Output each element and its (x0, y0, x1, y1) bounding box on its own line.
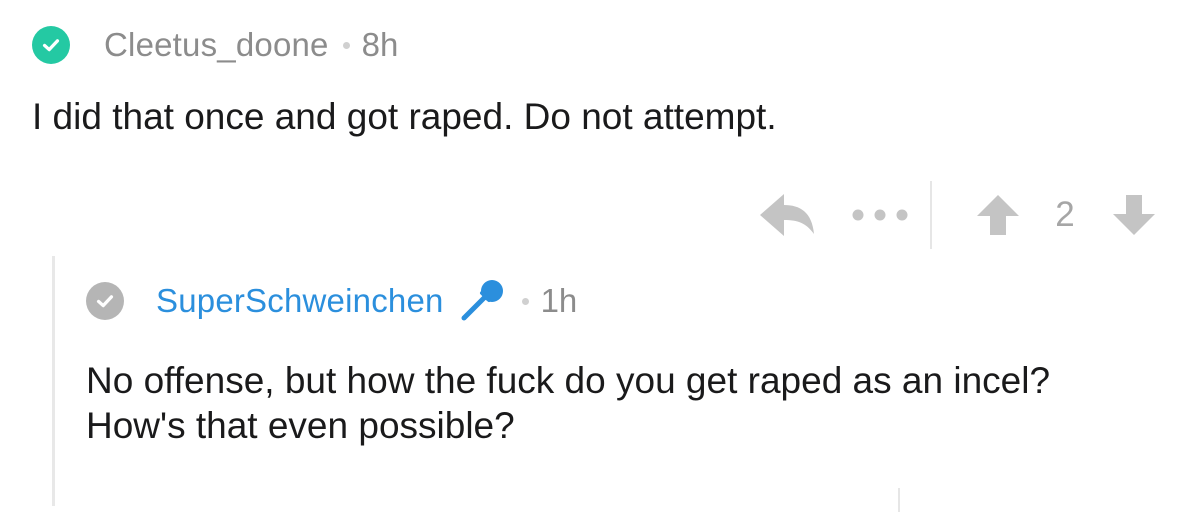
reply-header: SuperSchweinchen 1h (86, 278, 577, 324)
vote-score: 2 (1055, 195, 1075, 234)
comment-action-bar: 2 (756, 180, 1160, 250)
reply-author[interactable]: SuperSchweinchen (156, 282, 444, 320)
checkmark-icon (32, 26, 70, 64)
reply-timestamp: 1h (540, 282, 578, 319)
separator-dot (342, 41, 350, 49)
microphone-icon (456, 277, 508, 325)
separator-dot (521, 297, 529, 305)
reply-arrow-icon[interactable] (756, 185, 816, 245)
upvote-arrow-icon[interactable] (972, 185, 1024, 245)
comment-header: Cleetus_doone 8h (32, 22, 398, 68)
reply-action-bar (898, 488, 1160, 518)
more-dots-icon[interactable] (848, 195, 912, 235)
comment-body: I did that once and got raped. Do not at… (32, 96, 777, 137)
action-divider (930, 181, 932, 249)
comment-timestamp: 8h (361, 26, 399, 63)
checkmark-icon (86, 282, 124, 320)
reply-body: No offense, but how the fuck do you get … (86, 360, 1051, 446)
action-divider (898, 488, 900, 512)
downvote-arrow-icon[interactable] (1108, 185, 1160, 245)
comment-author[interactable]: Cleetus_doone (104, 26, 329, 64)
thread-line[interactable] (52, 256, 55, 506)
